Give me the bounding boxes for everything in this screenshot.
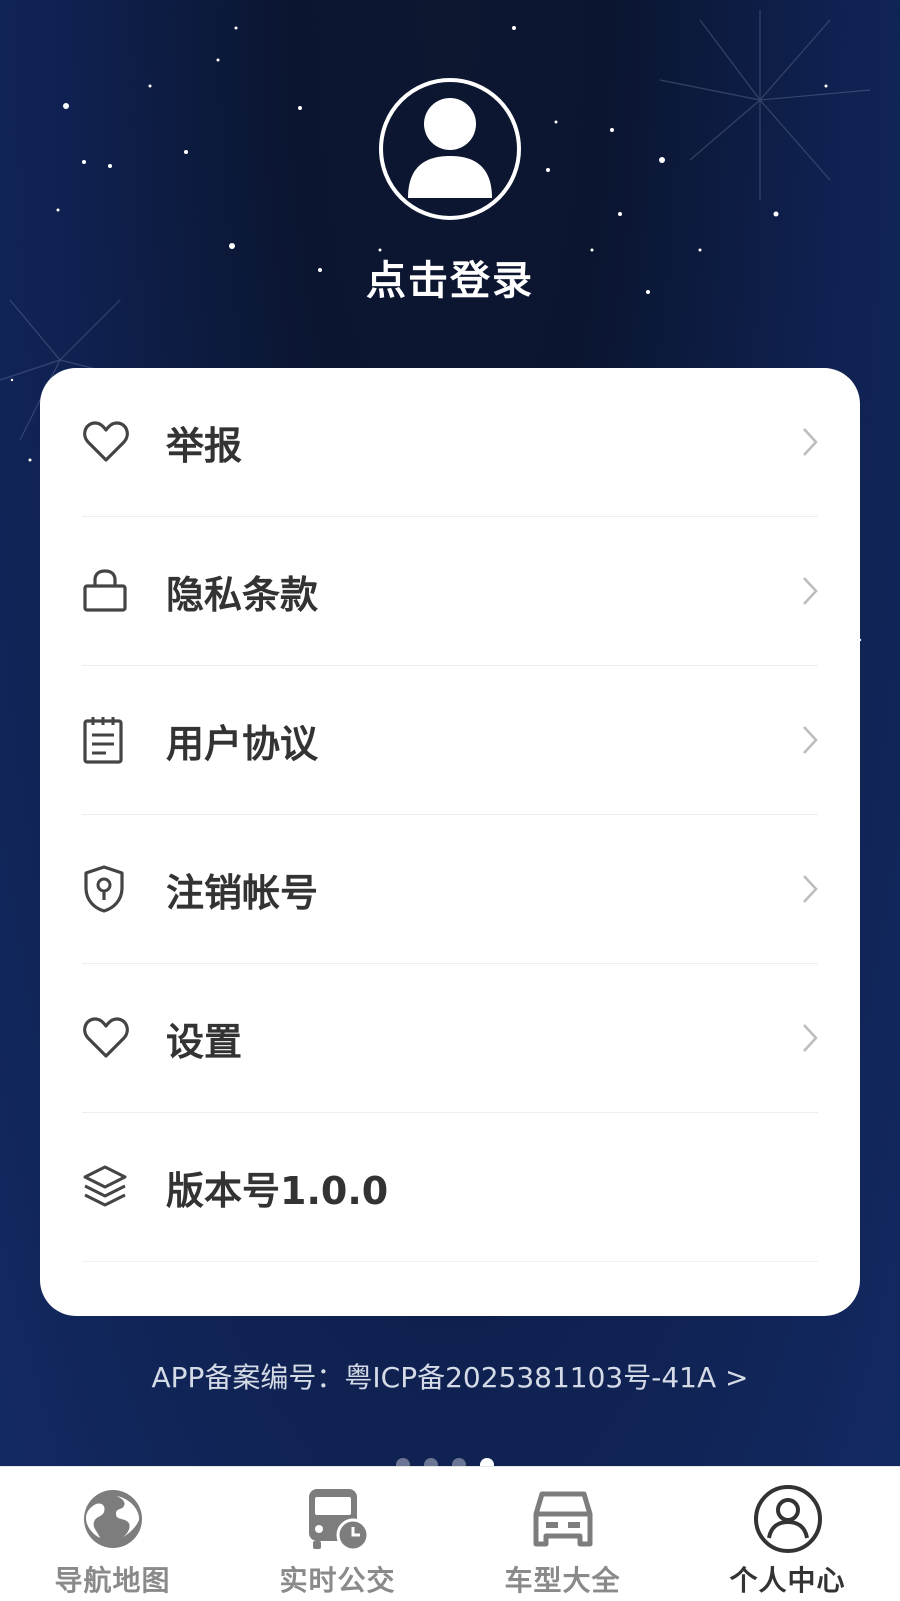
icp-record-link[interactable]: APP备案编号：粤ICP备2025381103号-41A > — [0, 1356, 900, 1396]
notepad-icon — [82, 715, 132, 765]
chevron-right-icon — [803, 577, 818, 605]
heart-icon — [82, 1013, 132, 1063]
user-silhouette-icon — [408, 98, 492, 198]
menu-label: 用户协议 — [166, 721, 319, 766]
tab-car-models[interactable]: 车型大全 — [450, 1467, 675, 1601]
chevron-right-icon — [803, 726, 818, 754]
menu-card: 举报 隐私条款 用户协议 注销帐号 设置 版本号1.0.0 — [40, 368, 860, 1316]
version-label: 版本号1.0.0 — [166, 1168, 389, 1213]
heart-icon — [82, 417, 132, 467]
tab-label: 导航地图 — [54, 1564, 171, 1597]
menu-item-user-agreement[interactable]: 用户协议 — [82, 666, 818, 815]
car-icon — [525, 1481, 601, 1557]
menu-label: 举报 — [166, 423, 243, 468]
menu-label: 注销帐号 — [166, 870, 319, 915]
bottom-tab-bar: 导航地图 实时公交 车型大全 个人中心 — [0, 1466, 900, 1601]
menu-item-report[interactable]: 举报 — [82, 368, 818, 517]
menu-item-delete-account[interactable]: 注销帐号 — [82, 815, 818, 964]
tab-label: 实时公交 — [279, 1564, 396, 1597]
tab-label: 个人中心 — [729, 1564, 846, 1597]
chevron-right-icon — [803, 875, 818, 903]
person-icon — [750, 1481, 826, 1557]
profile-header[interactable]: 点击登录 — [0, 78, 900, 306]
avatar[interactable] — [379, 78, 521, 220]
login-link[interactable]: 点击登录 — [0, 248, 900, 306]
tab-realtime-bus[interactable]: 实时公交 — [225, 1467, 450, 1601]
bag-icon — [82, 566, 132, 616]
globe-icon — [75, 1481, 151, 1557]
tab-label: 车型大全 — [504, 1564, 621, 1597]
tab-personal-center[interactable]: 个人中心 — [675, 1467, 900, 1601]
bus-clock-icon — [300, 1481, 376, 1557]
chevron-right-icon — [803, 1024, 818, 1052]
chevron-right-icon — [803, 428, 818, 456]
shield-keyhole-icon — [82, 864, 132, 914]
menu-item-privacy[interactable]: 隐私条款 — [82, 517, 818, 666]
layers-icon — [82, 1162, 132, 1212]
menu-label: 设置 — [166, 1019, 243, 1064]
menu-label: 隐私条款 — [166, 572, 319, 617]
tab-navigation-map[interactable]: 导航地图 — [0, 1467, 225, 1601]
menu-item-settings[interactable]: 设置 — [82, 964, 818, 1113]
menu-item-version: 版本号1.0.0 — [82, 1113, 818, 1262]
